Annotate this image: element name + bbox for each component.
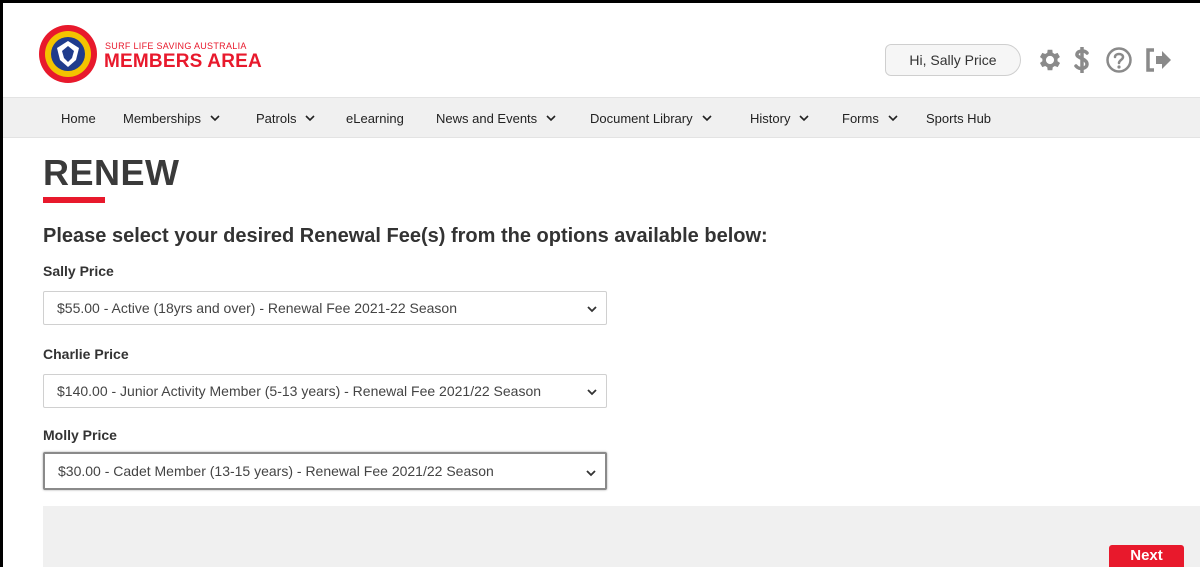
select-value: $55.00 - Active (18yrs and over) - Renew… <box>57 300 458 316</box>
user-greeting-button[interactable]: Hi, Sally Price <box>885 44 1021 76</box>
chevron-down-icon <box>587 389 597 396</box>
help-icon[interactable] <box>1104 45 1134 75</box>
renewal-fee-select[interactable]: $55.00 - Active (18yrs and over) - Renew… <box>43 291 607 325</box>
renewal-fee-select[interactable]: $140.00 - Junior Activity Member (5-13 y… <box>43 374 607 408</box>
site-header: SURF LIFE SAVING AUSTRALIA MEMBERS AREA … <box>3 3 1200 97</box>
gear-icon[interactable] <box>1033 45 1067 75</box>
nav-item-forms[interactable]: Forms <box>842 98 899 138</box>
select-value: $140.00 - Junior Activity Member (5-13 y… <box>57 383 542 399</box>
member-name-label: Sally Price <box>43 263 114 279</box>
nav-item-elearning[interactable]: eLearning <box>346 98 404 138</box>
renewal-fee-select[interactable]: $30.00 - Cadet Member (13-15 years) - Re… <box>43 452 607 490</box>
nav-item-patrols[interactable]: Patrols <box>256 98 316 138</box>
select-value: $30.00 - Cadet Member (13-15 years) - Re… <box>58 463 494 479</box>
dollar-icon[interactable] <box>1069 45 1095 75</box>
chevron-down-icon <box>210 115 220 122</box>
chevron-down-icon <box>888 115 898 122</box>
chevron-down-icon <box>305 115 316 122</box>
nav-item-news-and-events[interactable]: News and Events <box>436 98 557 138</box>
logout-icon[interactable] <box>1141 45 1175 75</box>
nav-item-history[interactable]: History <box>750 98 810 138</box>
page-title: RENEW <box>43 152 180 193</box>
nav-item-home[interactable]: Home <box>61 98 96 138</box>
chevron-down-icon <box>702 115 712 122</box>
member-name-label: Molly Price <box>43 427 117 443</box>
surf-life-saving-logo[interactable] <box>38 24 98 84</box>
chevron-down-icon <box>799 115 810 122</box>
chevron-down-icon <box>546 115 556 122</box>
chevron-down-icon <box>586 470 596 477</box>
chevron-down-icon <box>587 306 597 313</box>
member-name-label: Charlie Price <box>43 346 129 362</box>
nav-item-sports-hub[interactable]: Sports Hub <box>926 98 991 138</box>
form-actions-bar <box>43 506 1200 567</box>
next-button[interactable]: Next <box>1109 545 1184 567</box>
nav-item-document-library[interactable]: Document Library <box>590 98 713 138</box>
renewal-instructions: Please select your desired Renewal Fee(s… <box>43 225 768 247</box>
brand-title: MEMBERS AREA <box>104 51 262 72</box>
nav-item-memberships[interactable]: Memberships <box>123 98 221 138</box>
main-nav: Home Memberships Patrols eLearning News … <box>3 97 1200 138</box>
title-underline <box>43 197 105 203</box>
brand-subtitle: SURF LIFE SAVING AUSTRALIA <box>105 41 247 51</box>
